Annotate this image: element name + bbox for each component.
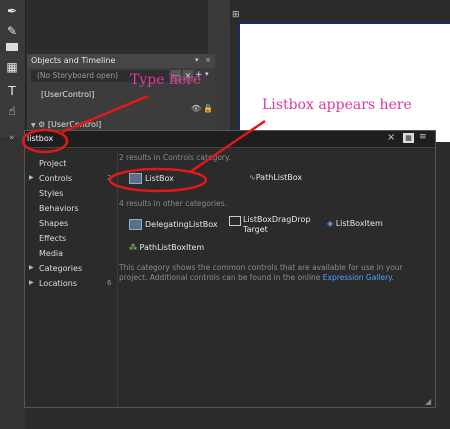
type-here-arrow: [61, 94, 149, 134]
listbox-appears-arrow: [189, 119, 266, 174]
annotation-overlay: [21, 94, 266, 193]
listbox-appears-callout: Listbox appears here: [262, 97, 412, 113]
search-highlight-circle: [21, 128, 69, 154]
type-here-callout: Type here: [130, 72, 202, 88]
